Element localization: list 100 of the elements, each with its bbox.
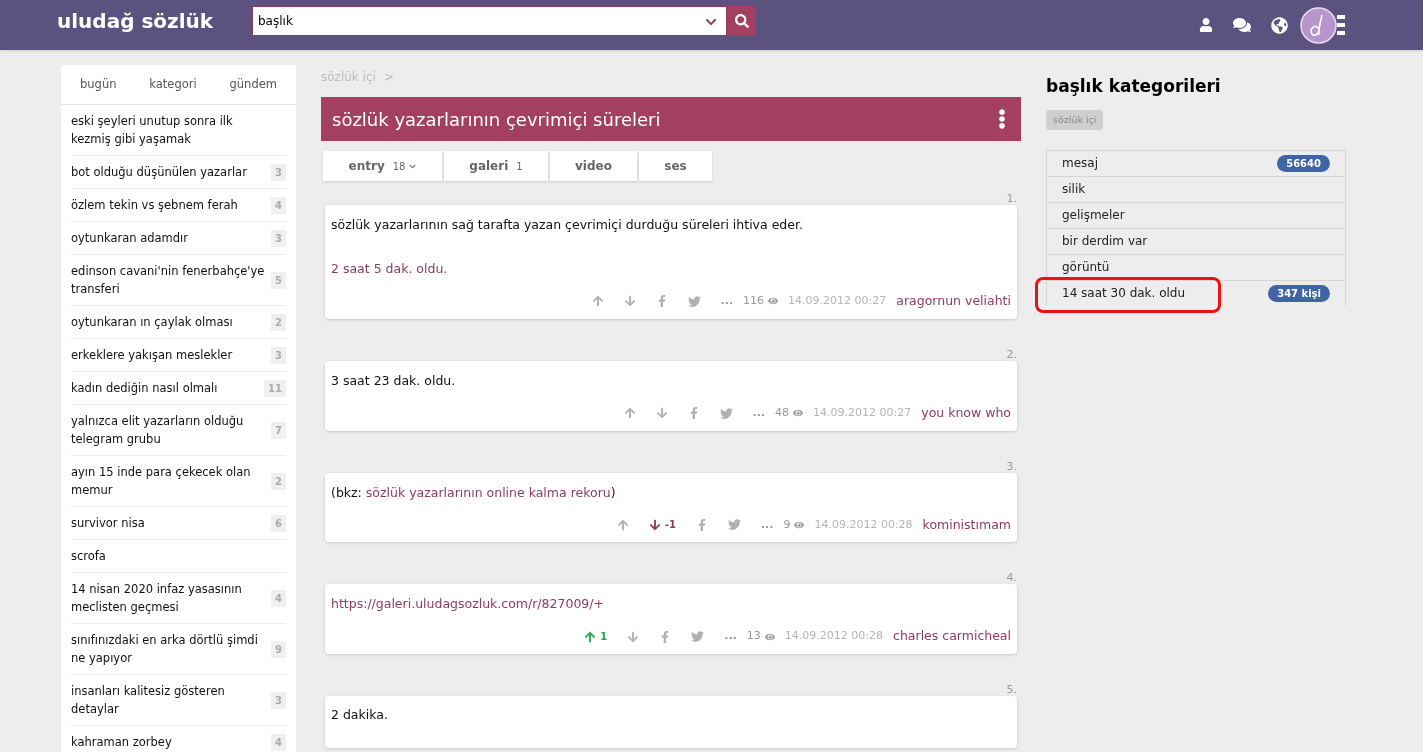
topic-link[interactable]: 14 nisan 2020 infaz yasasının meclisten geçmesi [71,580,267,616]
category-item[interactable]: görüntü [1047,254,1345,280]
eye-icon [794,519,805,530]
author-link[interactable]: you know who [921,403,1011,423]
user-icon[interactable] [1199,18,1213,32]
view-count: 116 [743,293,779,310]
twitter-icon[interactable] [691,630,705,644]
category-label: mesaj [1062,155,1098,173]
entry-date: 14.09.2012 00:27 [788,293,887,310]
entry-link[interactable]: https://galeri.uludagsozluk.com/r/827009/+ [331,595,1011,614]
entry-count: 6 [271,514,286,532]
category-label: gelişmeler [1062,207,1125,225]
entry-count: 2 [271,313,286,331]
view-count: 48 [775,404,804,422]
upvote-button[interactable] [591,295,604,308]
topic-title: sözlük yazarlarının çevrimiçi süreleri [332,107,661,132]
site-logo[interactable]: uludağ sözlük [57,6,252,36]
arrow-up-icon [616,518,629,531]
entry-date: 14.09.2012 00:28 [814,516,913,533]
entry-number: 3. [1006,460,1017,473]
entry-count: 3 [271,691,286,709]
entry-date: 14.09.2012 00:27 [813,404,912,421]
search-field[interactable]: başlık [252,6,727,36]
author-link[interactable]: koministımam [922,515,1011,535]
entry-number: 1. [1006,193,1017,205]
entry-count: 11 [264,379,286,397]
entry-count: 7 [271,421,286,439]
arrow-up-icon [623,407,636,420]
topic-link[interactable]: eski şeyleri unutup sonra ilk kezmiş gibi yaşamak [71,112,267,148]
entry-count: 2 [271,472,286,490]
entry-text: 3 saat 23 dak. oldu. [331,371,457,390]
topic-link[interactable]: kadın dediğin nasıl olmalı [71,379,261,397]
author-link[interactable]: charles carmicheal [893,627,1011,646]
downvote-button[interactable] [655,407,668,420]
downvote-button[interactable]: -1 [648,517,676,533]
messages-icon[interactable] [1233,17,1251,33]
eye-icon [768,296,779,307]
twitter-icon[interactable] [727,518,741,532]
topic-link[interactable]: erkeklere yakışan meslekler [71,346,267,364]
topic-link[interactable]: yalnızca elit yazarların olduğu telegram grubu [71,412,267,448]
upvote-button[interactable] [616,518,629,531]
topic-link[interactable]: survivor nisa [71,514,267,532]
topic-link[interactable]: kahraman zorbey [71,733,267,751]
chevron-down-icon[interactable] [705,16,717,28]
entry-link[interactable]: 2 saat 5 dak. oldu. [331,260,1011,278]
topic-link[interactable]: edinson cavani'nin fenerbahçe'ye transferi [71,262,267,298]
entry-text: sözlük yazarlarının sağ tarafta yazan çevrimiçi durduğu süreleri ihtiva eder. [331,216,804,234]
category-label: görüntü [1062,259,1110,277]
category-item[interactable]: gelişmeler [1047,202,1345,228]
arrow-down-icon [623,295,636,308]
sidebar-tab[interactable]: gündem [229,75,277,94]
entry-text: 2 dakika. [331,706,389,724]
breadcrumb-separator: > [383,69,394,86]
content-tab[interactable]: entry 18 [323,151,442,181]
eye-icon [764,631,775,642]
topic-link[interactable]: sınıfınızdaki en arka dörtlü şimdi ne yapıyor [71,631,267,667]
view-count: 13 [746,628,775,645]
topic-link[interactable]: bot olduğu düşünülen yazarlar [71,163,267,181]
search-button[interactable] [727,6,756,36]
search-icon [734,14,749,28]
topic-link[interactable]: ayın 15 inde para çekecek olan memur [71,463,267,499]
category-label: 14 saat 30 dak. oldu [1062,285,1186,303]
content-tab[interactable]: video [550,151,637,181]
topic-link[interactable]: oytunkaran ın çaylak olması [71,313,267,331]
twitter-icon[interactable] [687,294,701,308]
topic-link[interactable]: oytunkaran adamdır [71,229,267,247]
arrow-down-icon [648,518,661,531]
downvote-button[interactable] [623,295,636,308]
content-tab[interactable]: ses [639,151,712,181]
category-item[interactable]: silik [1047,176,1345,202]
category-item[interactable]: bir derdim var [1047,228,1345,254]
entry-count: 4 [271,196,286,214]
category-item[interactable]: mesaj 56640 [1047,150,1345,176]
count-badge: 347 kişi [1268,284,1330,302]
arrow-down-icon [655,407,668,420]
menu-icon[interactable] [1337,14,1345,36]
arrow-up-icon [591,295,604,308]
view-count: 9 [783,516,805,534]
entry-text: (bkz: sözlük yazarlarının online kalma rekoru) [331,483,617,502]
twitter-icon[interactable] [719,406,733,420]
entry-date: 14.09.2012 00:28 [784,628,884,645]
content-tab[interactable]: galeri 1 [444,151,548,181]
entry-number: 2. [1006,348,1017,361]
category-label: silik [1062,181,1086,199]
author-link[interactable]: aragornun veliahti [896,292,1011,311]
entry-count: 3 [271,346,286,364]
downvote-button[interactable] [627,630,640,643]
topic-link[interactable]: özlem tekin vs şebnem ferah [71,196,267,214]
sidebar-tab[interactable]: bugün [80,75,117,94]
eye-icon [793,408,804,419]
entry-count: 3 [271,229,286,247]
avatar-icon[interactable] [1300,6,1337,44]
entry-link[interactable]: sözlük yazarlarının online kalma rekoru [365,484,611,500]
topic-link[interactable]: insanları kalitesiz gösteren detaylar [71,682,267,718]
category-item[interactable]: 14 saat 30 dak. oldu 347 kişi [1047,280,1345,306]
globe-icon[interactable] [1271,16,1288,34]
upvote-button[interactable] [623,407,636,420]
arrow-up-icon [584,630,597,643]
topic-link[interactable]: scrofa [71,547,267,565]
sidebar-tab[interactable]: kategori [149,75,197,94]
